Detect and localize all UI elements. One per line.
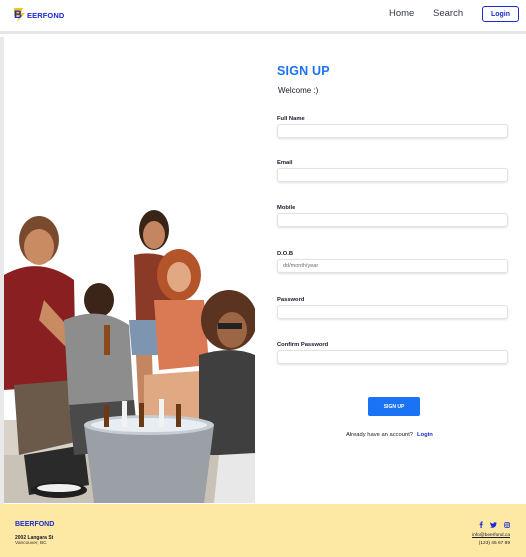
mobile-label: Mobile bbox=[277, 205, 296, 211]
logo-letter: B bbox=[14, 9, 22, 21]
confirm-password-label: Confirm Password bbox=[277, 342, 329, 348]
footer-address-line2: Vancouver, BC bbox=[15, 541, 47, 546]
confirm-password-input[interactable] bbox=[277, 350, 508, 364]
footer-phone: (123) 45 67 89 bbox=[478, 541, 510, 546]
already-text: Already have an account? bbox=[346, 432, 414, 438]
password-label: Password bbox=[277, 297, 305, 303]
header-login-button[interactable]: Login bbox=[482, 6, 519, 22]
instagram-icon[interactable] bbox=[503, 521, 510, 528]
header: B EERFOND Home Search Login bbox=[0, 0, 526, 34]
logo[interactable]: B EERFOND bbox=[13, 7, 64, 23]
mobile-input[interactable] bbox=[277, 213, 508, 227]
nav-home-link[interactable]: Home bbox=[389, 8, 414, 19]
full-name-label: Full Name bbox=[277, 116, 305, 122]
signup-title: SIGN UP bbox=[277, 64, 330, 78]
footer-brand: BEERFOND bbox=[15, 521, 55, 528]
beerfond-logo-icon: B bbox=[14, 8, 25, 22]
email-label: Email bbox=[277, 160, 293, 166]
facebook-icon[interactable] bbox=[477, 521, 484, 528]
social-links bbox=[477, 521, 510, 528]
full-name-input[interactable] bbox=[277, 124, 508, 138]
email-input[interactable] bbox=[277, 168, 508, 182]
nav-search-link[interactable]: Search bbox=[433, 8, 463, 19]
already-have-account: Already have an account? Login bbox=[346, 432, 433, 438]
footer: BEERFOND 2002 Langara St Vancouver, BC i… bbox=[0, 504, 526, 557]
signup-button[interactable]: SIGN UP bbox=[368, 397, 420, 416]
friends-illustration bbox=[4, 210, 255, 503]
welcome-subtitle: Welcome :) bbox=[278, 86, 319, 95]
password-input[interactable] bbox=[277, 305, 508, 319]
logo-text: EERFOND bbox=[27, 10, 65, 20]
login-link[interactable]: Login bbox=[417, 432, 433, 438]
friends-photo bbox=[4, 205, 255, 503]
twitter-icon[interactable] bbox=[490, 521, 497, 528]
dob-label: D.O.B bbox=[277, 251, 294, 257]
dob-input[interactable]: dd/month/year bbox=[277, 259, 508, 273]
footer-email-link[interactable]: info@beerfond.ca bbox=[468, 533, 510, 538]
